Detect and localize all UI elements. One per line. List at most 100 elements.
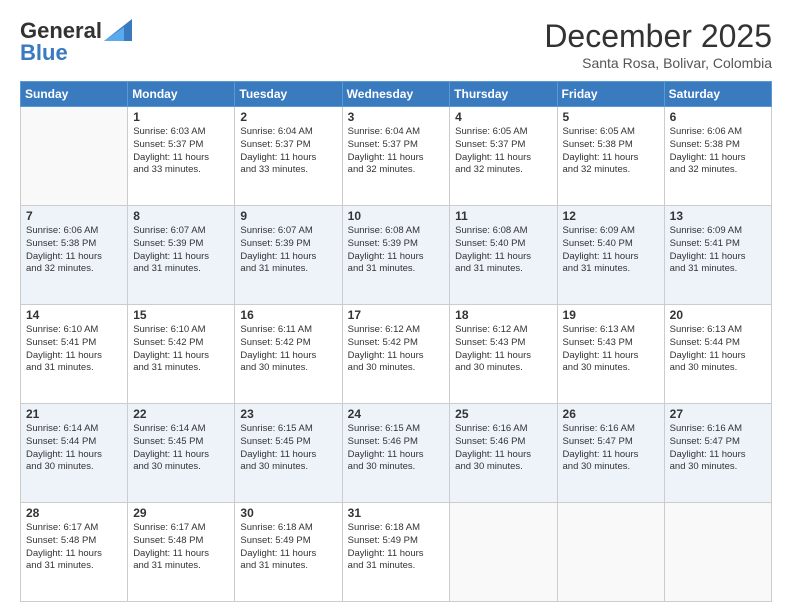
col-saturday: Saturday: [664, 82, 771, 107]
calendar-header-row: Sunday Monday Tuesday Wednesday Thursday…: [21, 82, 772, 107]
logo: General Blue: [20, 18, 132, 66]
day-number: 5: [563, 110, 659, 124]
daylight-line1: Daylight: 11 hours: [348, 449, 445, 462]
calendar-row: 14Sunrise: 6:10 AMSunset: 5:41 PMDayligh…: [21, 305, 772, 404]
calendar-table: Sunday Monday Tuesday Wednesday Thursday…: [20, 81, 772, 602]
daylight-line1: Daylight: 11 hours: [455, 152, 551, 165]
day-number: 26: [563, 407, 659, 421]
sunset-text: Sunset: 5:44 PM: [670, 337, 766, 350]
table-cell: 21Sunrise: 6:14 AMSunset: 5:44 PMDayligh…: [21, 404, 128, 503]
sunset-text: Sunset: 5:42 PM: [240, 337, 336, 350]
table-cell: 9Sunrise: 6:07 AMSunset: 5:39 PMDaylight…: [235, 206, 342, 305]
day-number: 14: [26, 308, 122, 322]
daylight-line1: Daylight: 11 hours: [348, 548, 445, 561]
sunrise-text: Sunrise: 6:07 AM: [240, 225, 336, 238]
sunset-text: Sunset: 5:45 PM: [133, 436, 229, 449]
sunset-text: Sunset: 5:44 PM: [26, 436, 122, 449]
sunset-text: Sunset: 5:46 PM: [455, 436, 551, 449]
sunrise-text: Sunrise: 6:06 AM: [26, 225, 122, 238]
calendar-row: 7Sunrise: 6:06 AMSunset: 5:38 PMDaylight…: [21, 206, 772, 305]
table-cell: 26Sunrise: 6:16 AMSunset: 5:47 PMDayligh…: [557, 404, 664, 503]
table-cell: 15Sunrise: 6:10 AMSunset: 5:42 PMDayligh…: [128, 305, 235, 404]
daylight-line2: and 30 minutes.: [26, 461, 122, 474]
table-cell: 2Sunrise: 6:04 AMSunset: 5:37 PMDaylight…: [235, 107, 342, 206]
table-cell: 13Sunrise: 6:09 AMSunset: 5:41 PMDayligh…: [664, 206, 771, 305]
sunrise-text: Sunrise: 6:10 AM: [26, 324, 122, 337]
day-number: 1: [133, 110, 229, 124]
daylight-line1: Daylight: 11 hours: [240, 449, 336, 462]
day-number: 18: [455, 308, 551, 322]
daylight-line2: and 30 minutes.: [670, 362, 766, 375]
table-cell: 3Sunrise: 6:04 AMSunset: 5:37 PMDaylight…: [342, 107, 450, 206]
daylight-line1: Daylight: 11 hours: [240, 152, 336, 165]
col-friday: Friday: [557, 82, 664, 107]
sunset-text: Sunset: 5:38 PM: [670, 139, 766, 152]
sunset-text: Sunset: 5:45 PM: [240, 436, 336, 449]
table-cell: [664, 503, 771, 602]
daylight-line1: Daylight: 11 hours: [563, 152, 659, 165]
sunset-text: Sunset: 5:42 PM: [133, 337, 229, 350]
sunrise-text: Sunrise: 6:16 AM: [455, 423, 551, 436]
location: Santa Rosa, Bolivar, Colombia: [544, 55, 772, 71]
table-cell: 20Sunrise: 6:13 AMSunset: 5:44 PMDayligh…: [664, 305, 771, 404]
sunrise-text: Sunrise: 6:12 AM: [348, 324, 445, 337]
sunset-text: Sunset: 5:43 PM: [455, 337, 551, 350]
table-cell: 23Sunrise: 6:15 AMSunset: 5:45 PMDayligh…: [235, 404, 342, 503]
sunset-text: Sunset: 5:37 PM: [455, 139, 551, 152]
table-cell: 27Sunrise: 6:16 AMSunset: 5:47 PMDayligh…: [664, 404, 771, 503]
day-number: 29: [133, 506, 229, 520]
page: General Blue December 2025 Santa Rosa, B…: [0, 0, 792, 612]
table-cell: 5 Sunrise: 6:05 AMSunset: 5:38 PMDaylight…: [557, 107, 664, 206]
daylight-line2: and 31 minutes.: [455, 263, 551, 276]
sunset-text: Sunset: 5:38 PM: [26, 238, 122, 251]
sunset-text: Sunset: 5:37 PM: [240, 139, 336, 152]
table-cell: [21, 107, 128, 206]
daylight-line2: and 32 minutes.: [670, 164, 766, 177]
day-number: 4: [455, 110, 551, 124]
sunset-text: Sunset: 5:48 PM: [133, 535, 229, 548]
table-cell: 22Sunrise: 6:14 AMSunset: 5:45 PMDayligh…: [128, 404, 235, 503]
sunrise-text: Sunrise: 6:17 AM: [26, 522, 122, 535]
sunset-text: Sunset: 5:37 PM: [348, 139, 445, 152]
sunrise-text: Sunrise: 6:18 AM: [348, 522, 445, 535]
daylight-line2: and 31 minutes.: [26, 560, 122, 573]
day-number: 2: [240, 110, 336, 124]
sunrise-text: Sunrise: 6:14 AM: [26, 423, 122, 436]
day-number: 3: [348, 110, 445, 124]
daylight-line1: Daylight: 11 hours: [133, 251, 229, 264]
daylight-line2: and 30 minutes.: [455, 461, 551, 474]
daylight-line2: and 30 minutes.: [133, 461, 229, 474]
sunrise-text: Sunrise: 6:07 AM: [133, 225, 229, 238]
table-cell: 4 Sunrise: 6:05 AMSunset: 5:37 PMDaylight…: [450, 107, 557, 206]
table-cell: 24Sunrise: 6:15 AMSunset: 5:46 PMDayligh…: [342, 404, 450, 503]
day-number: 24: [348, 407, 445, 421]
daylight-line2: and 30 minutes.: [240, 461, 336, 474]
day-number: 22: [133, 407, 229, 421]
sunset-text: Sunset: 5:38 PM: [563, 139, 659, 152]
table-cell: 19Sunrise: 6:13 AMSunset: 5:43 PMDayligh…: [557, 305, 664, 404]
calendar-row: 28Sunrise: 6:17 AMSunset: 5:48 PMDayligh…: [21, 503, 772, 602]
daylight-line1: Daylight: 11 hours: [26, 350, 122, 363]
daylight-line2: and 32 minutes.: [455, 164, 551, 177]
sunrise-text: Sunrise: 6:06 AM: [670, 126, 766, 139]
sunset-text: Sunset: 5:40 PM: [455, 238, 551, 251]
daylight-line2: and 31 minutes.: [133, 560, 229, 573]
sunrise-text: Sunrise: 6:16 AM: [563, 423, 659, 436]
sunrise-text: Sunrise: 6:05 AM: [455, 126, 551, 139]
sunset-text: Sunset: 5:37 PM: [133, 139, 229, 152]
sunrise-text: Sunrise: 6:13 AM: [563, 324, 659, 337]
sunrise-text: Sunrise: 6:04 AM: [348, 126, 445, 139]
sunrise-text: Sunrise: 6:05 AM: [563, 126, 659, 139]
table-cell: 31Sunrise: 6:18 AMSunset: 5:49 PMDayligh…: [342, 503, 450, 602]
sunset-text: Sunset: 5:49 PM: [240, 535, 336, 548]
sunset-text: Sunset: 5:39 PM: [133, 238, 229, 251]
calendar-row: 21Sunrise: 6:14 AMSunset: 5:44 PMDayligh…: [21, 404, 772, 503]
sunset-text: Sunset: 5:39 PM: [348, 238, 445, 251]
daylight-line1: Daylight: 11 hours: [455, 449, 551, 462]
daylight-line2: and 32 minutes.: [563, 164, 659, 177]
daylight-line2: and 30 minutes.: [348, 461, 445, 474]
daylight-line1: Daylight: 11 hours: [240, 548, 336, 561]
sunrise-text: Sunrise: 6:03 AM: [133, 126, 229, 139]
day-number: 23: [240, 407, 336, 421]
day-number: 30: [240, 506, 336, 520]
